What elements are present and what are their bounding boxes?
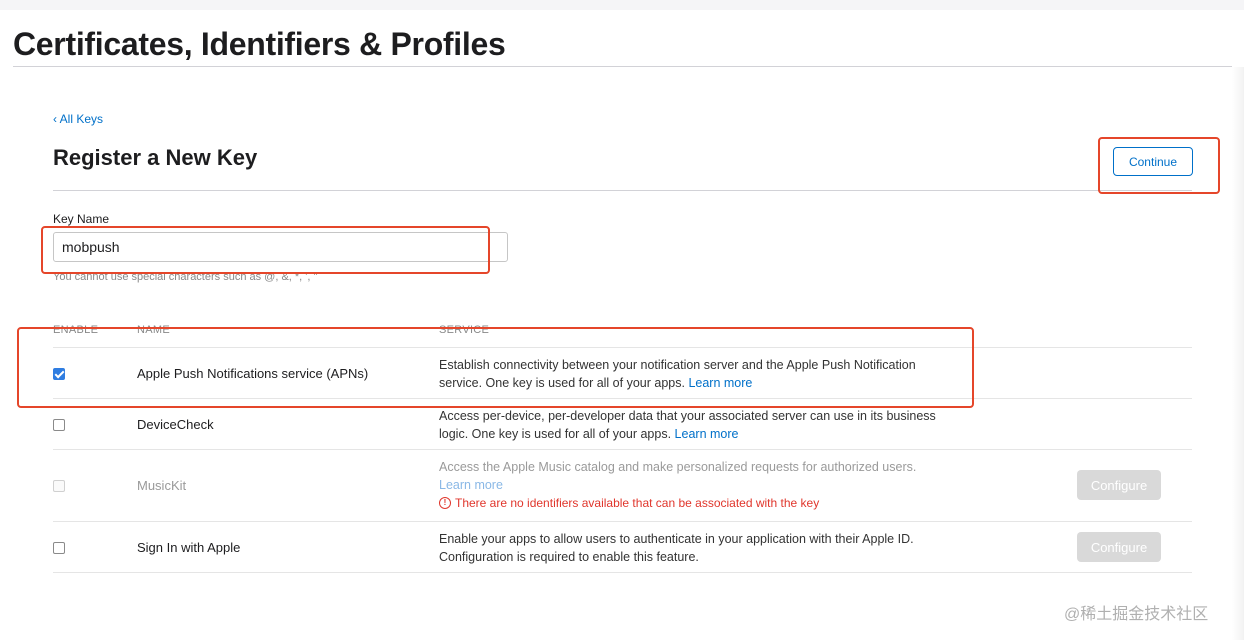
sign-in-with-apple-enable-checkbox[interactable] — [53, 542, 65, 554]
service-name-apns: Apple Push Notifications service (APNs) — [137, 366, 369, 381]
top-strip — [0, 0, 1244, 10]
devicecheck-learn-more-link[interactable]: Learn more — [675, 427, 739, 441]
service-description-sign-in-with-apple: Enable your apps to allow users to authe… — [439, 530, 939, 566]
service-name-musickit: MusicKit — [137, 478, 187, 493]
alert-circle-icon: ! — [439, 497, 451, 509]
musickit-warning-text: There are no identifiers available that … — [455, 496, 820, 510]
row-divider — [53, 449, 1192, 450]
sign-in-with-apple-description-text: Enable your apps to allow users to authe… — [439, 532, 914, 564]
musickit-description-text: Access the Apple Music catalog and make … — [439, 460, 917, 474]
devicecheck-enable-checkbox[interactable] — [53, 419, 65, 431]
musickit-learn-more-link[interactable]: Learn more — [439, 478, 503, 492]
row-divider — [53, 572, 1192, 573]
apns-description-text: Establish connectivity between your noti… — [439, 358, 916, 390]
key-name-label: Key Name — [53, 212, 110, 226]
heading-divider — [53, 190, 1192, 191]
service-name-devicecheck: DeviceCheck — [137, 417, 214, 432]
service-description-musickit: Access the Apple Music catalog and make … — [439, 458, 939, 494]
table-header-divider — [53, 347, 1192, 348]
key-name-hint: You cannot use special characters such a… — [53, 271, 318, 283]
register-key-heading: Register a New Key — [53, 145, 258, 170]
sign-in-with-apple-configure-button[interactable]: Configure — [1077, 532, 1161, 562]
column-header-name: NAME — [137, 324, 170, 336]
right-edge-shade — [1232, 67, 1244, 640]
row-divider — [53, 398, 1192, 399]
all-keys-back-link[interactable]: ‹ All Keys — [53, 112, 103, 126]
row-divider — [53, 521, 1192, 522]
apns-enable-checkbox[interactable] — [53, 368, 65, 380]
musickit-enable-checkbox — [53, 480, 65, 492]
key-name-input[interactable] — [53, 232, 508, 262]
column-header-service: SERVICE — [439, 324, 490, 336]
page-title: Certificates, Identifiers & Profiles — [13, 26, 506, 62]
service-name-sign-in-with-apple: Sign In with Apple — [137, 540, 241, 555]
column-header-enable: ENABLE — [53, 324, 99, 336]
continue-button[interactable]: Continue — [1113, 147, 1193, 176]
service-description-apns: Establish connectivity between your noti… — [439, 356, 939, 392]
watermark: @稀土掘金技术社区 — [1064, 606, 1209, 623]
service-description-devicecheck: Access per-device, per-developer data th… — [439, 407, 939, 443]
apns-learn-more-link[interactable]: Learn more — [688, 376, 752, 390]
musickit-configure-button[interactable]: Configure — [1077, 470, 1161, 500]
musickit-warning: ! There are no identifiers available tha… — [439, 496, 819, 510]
title-divider — [13, 66, 1232, 67]
